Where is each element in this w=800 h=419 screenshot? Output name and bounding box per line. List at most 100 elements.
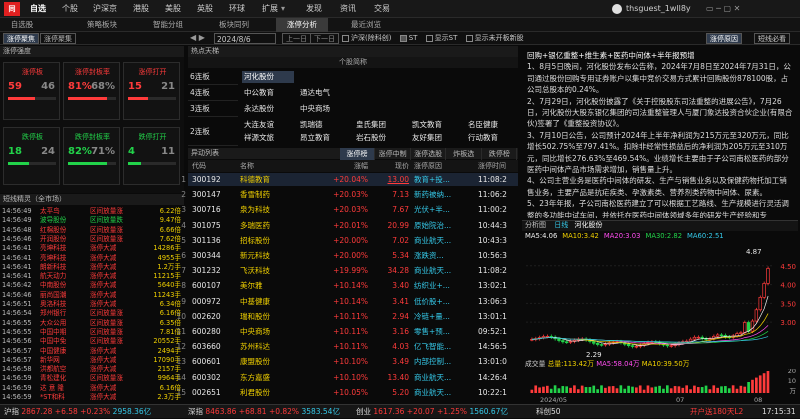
flow-row[interactable]: 14:56:57 新华网 涨停大减 17090手 — [0, 356, 184, 365]
menu-item-us[interactable]: 美股 — [165, 0, 181, 18]
flow-stock[interactable]: 大众公用 — [40, 319, 66, 328]
index-quote[interactable]: 深指 8463.86 +68.81 +0.82% 3583.54亿 — [188, 405, 340, 419]
flow-row[interactable]: 14:56:58 洪都航空 涨停大减 2157手 — [0, 365, 184, 374]
short-must-see-button[interactable]: 短线必看 — [754, 33, 790, 44]
menu-item-extend[interactable]: 扩展 — [262, 0, 278, 18]
list-tab[interactable]: 跌停榜 — [482, 148, 518, 160]
ladder-stock[interactable]: 中公教育 — [242, 87, 294, 99]
flow-stock[interactable]: 亮坤科技 — [40, 244, 66, 253]
flow-row[interactable]: 14:56:51 奥洛科技 涨停大减 6.34倍 — [0, 300, 184, 309]
list-col-header-cell[interactable]: 名称 — [240, 160, 300, 172]
ladder-stock[interactable]: 行动教育 — [466, 132, 518, 144]
flow-row[interactable]: 14:56:41 亮坤科技 涨停大减 14286手 — [0, 244, 184, 253]
kline-chart[interactable]: 4.50 4.00 3.50 3.00 4.87 2.29 — [522, 241, 798, 360]
flow-row[interactable]: 14:56:59 达 意 隆涨停大减 6.16倍 — [0, 384, 184, 393]
index-quote[interactable]: 沪指 2867.28 +6.58 +0.23% 2958.36亿 — [4, 405, 151, 419]
flow-row[interactable]: 14:56:46 丽尚国潮 涨停大减 11243手 — [0, 291, 184, 300]
prev-arrow-icon[interactable]: ◀ ▶ — [190, 33, 205, 42]
ladder-stock[interactable]: 中央商场 — [298, 103, 350, 115]
filter-options[interactable]: 沪深(除科创) ST 显示ST 显示未开板新股 — [342, 33, 524, 44]
tab-smart-group[interactable]: 智能分组 — [140, 18, 196, 32]
flow-row[interactable]: 14:56:41 朗新科技 涨停大减 1.2万手 — [0, 263, 184, 272]
ladder-stock[interactable]: 凯瑞德 — [298, 119, 350, 131]
tab-limit-analysis[interactable]: 涨停分析 — [276, 18, 328, 32]
avatar[interactable] — [612, 4, 622, 14]
tab-recent[interactable]: 最近浏览 — [338, 18, 394, 32]
table-row[interactable]: 6 300344 新元科技 +20.00% 5.34 涨跌资... 10:56:3 — [181, 249, 518, 262]
ladder-stock[interactable]: 昂立教育 — [298, 132, 350, 144]
table-row[interactable]: 8 600107 美尔雅 +10.14% 3.40 纺织业+... 13:02:1 — [181, 279, 518, 292]
ladder-stock[interactable]: 名臣健康 — [466, 119, 518, 131]
menu-item-global[interactable]: 环球 — [229, 0, 245, 18]
ladder-stock[interactable]: 岩石股份 — [354, 132, 406, 144]
flow-row[interactable]: 14:56:42 中南股份 涨停大减 5640手 — [0, 281, 184, 290]
index-quote[interactable]: 创业 1617.36 +20.07 +1.25% 1560.67亿 — [356, 405, 508, 419]
limit-gather-button[interactable]: 涨停聚集 — [40, 33, 76, 44]
table-row[interactable]: 12 603660 苏州科达 +10.11% 4.03 亿飞智能... 14:56:5 — [176, 340, 518, 353]
ladder-stock[interactable]: 河化股份 — [242, 71, 294, 83]
volume-chart[interactable]: 20 10 万 2024/05 07 08 — [522, 369, 798, 403]
menu-item-news[interactable]: 资讯 — [340, 0, 356, 18]
flow-stock[interactable]: 朗新科技 — [40, 263, 66, 272]
checkbox-icon[interactable] — [465, 34, 473, 42]
window-controls[interactable]: ▭ ─ ▢ ✕ — [706, 0, 740, 18]
tab-block[interactable]: 板块同列 — [206, 18, 262, 32]
next-day-button[interactable]: 下一日 — [310, 33, 339, 44]
flow-stock[interactable]: 中国健康 — [40, 347, 66, 356]
flow-row[interactable]: 14:56:55 大众公用 区间放量涨 6.35倍 — [0, 319, 184, 328]
table-row[interactable]: 3 300716 泉为科技 +20.03% 7.67 光伏+半... 11:00:2 — [181, 203, 518, 216]
list-tab[interactable]: 涨停选股 — [411, 148, 447, 160]
list-col-header-cell[interactable]: 代码 — [192, 160, 232, 172]
flow-row[interactable]: 14:56:54 郑州银行 区间放量涨 6.16倍 — [0, 309, 184, 318]
flow-row[interactable]: 14:56:41 航天动力 涨停大减 11215手 — [0, 272, 184, 281]
flow-stock[interactable]: 航天动力 — [40, 272, 66, 281]
menu-item-uk[interactable]: 英股 — [197, 0, 213, 18]
flow-row[interactable]: 14:56:49 波导股份 区间放量跌 9.47倍 — [0, 216, 184, 225]
flow-stock[interactable]: 达 意 隆 — [40, 384, 64, 393]
flow-stock[interactable]: 波导股份 — [40, 216, 66, 225]
flow-stock[interactable]: 奥洛科技 — [40, 300, 66, 309]
flow-stock[interactable]: 中南股份 — [40, 281, 66, 290]
table-row[interactable]: 7 301232 飞沃科技 +19.99% 34.28 商业航天... 11:08:2 — [181, 264, 518, 277]
flow-stock[interactable]: 太平鸟 — [40, 207, 60, 216]
list-tab[interactable]: 炸板选 — [447, 148, 482, 160]
checkbox-icon[interactable] — [425, 34, 433, 42]
flow-stock[interactable]: 亮坤科技 — [40, 254, 66, 263]
ladder-stock[interactable]: 皇氏集团 — [354, 119, 406, 131]
table-row[interactable]: 2 300147 香雪制药 +20.03% 7.13 新药被纳... 11:06:2 — [181, 188, 518, 201]
ladder-stock[interactable]: 永达股份 — [242, 103, 294, 115]
index-name[interactable]: 科创50 — [536, 405, 561, 419]
list-tab[interactable]: 涨停榜 — [340, 148, 375, 160]
ladder-stock[interactable]: 凯文教育 — [410, 119, 462, 131]
flow-stock[interactable]: *ST和科 — [40, 393, 65, 402]
ladder-stock[interactable]: 祥源文旅 — [242, 132, 294, 144]
flow-row[interactable]: 14:56:41 亮坤科技 涨停大减 4955手 — [0, 254, 184, 263]
menu-item-trade[interactable]: 交易 — [374, 0, 390, 18]
menu-item-zixuan[interactable]: 自选 — [30, 0, 46, 18]
flow-row[interactable]: 14:56:46 开润股份 区间放量涨 7.62倍 — [0, 235, 184, 244]
flow-stock[interactable]: 红棉股份 — [40, 226, 66, 235]
flow-stock[interactable]: 中国中免 — [40, 337, 66, 346]
flow-row[interactable]: 14:56:55 中国中期 区间放量涨 7.81倍 — [0, 328, 184, 337]
table-row[interactable]: 11 600280 中央商场 +10.11% 3.16 零售+预... 09:52:1 — [176, 325, 518, 338]
list-col-header-cell[interactable]: 涨停原因 — [414, 160, 472, 172]
menu-item-stock[interactable]: 个股 — [62, 0, 78, 18]
table-row[interactable]: 13 600601 康盟股份 +10.10% 3.49 内部控制... 13:01:0 — [176, 355, 518, 368]
ladder-stock[interactable]: 友好集团 — [410, 132, 462, 144]
flow-stock[interactable]: 青松建化 — [40, 374, 66, 383]
flow-stock[interactable]: 洪都航空 — [40, 365, 66, 374]
tab-daily[interactable]: 日线 — [554, 221, 568, 229]
tab-strategy[interactable]: 策略板块 — [74, 18, 130, 32]
flow-stock[interactable]: 开润股份 — [40, 235, 66, 244]
menu-item-hk[interactable]: 港股 — [133, 0, 149, 18]
table-row[interactable]: 15 002651 利君股份 +10.05% 5.20 商业航天... 10:22:1 — [176, 386, 518, 399]
menu-item-hushen[interactable]: 沪深京 — [93, 0, 117, 18]
promo-link[interactable]: 开户送180天L2 — [690, 405, 743, 419]
list-col-header-cell[interactable]: 涨停时间 — [478, 160, 518, 172]
list-col-header-cell[interactable]: 现价 — [373, 160, 409, 172]
tab-zixuan[interactable]: 自选股 — [0, 18, 44, 32]
table-row[interactable]: 5 301136 招标股份 +20.00% 7.02 商业航天... 10:43:3 — [181, 234, 518, 247]
list-col-header-cell[interactable]: 涨幅 — [318, 160, 368, 172]
ladder-stock[interactable]: 通达电气 — [298, 87, 350, 99]
prev-day-button[interactable]: 上一日 — [282, 33, 311, 44]
